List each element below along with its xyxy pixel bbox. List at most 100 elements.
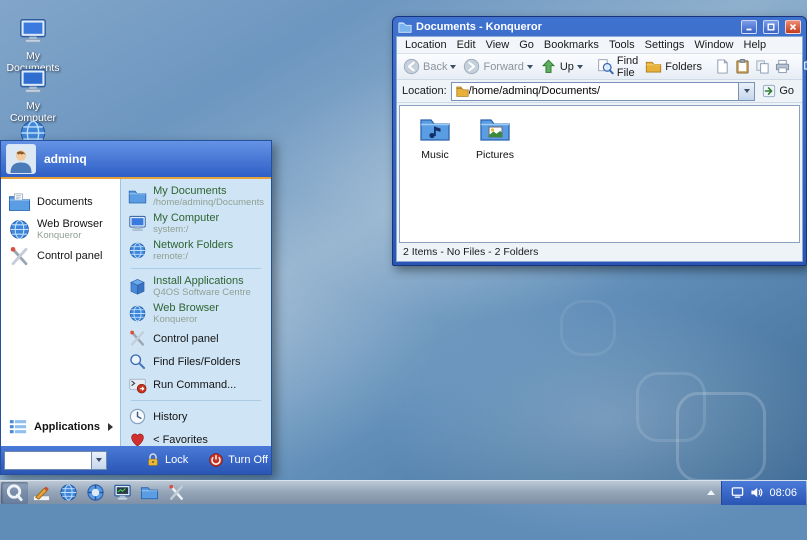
toolbar: Back Forward Up xyxy=(397,54,802,80)
start-item-find-files[interactable]: Find Files/Folders xyxy=(121,350,271,373)
menubar: Location Edit View Go Bookmarks Tools Se… xyxy=(397,37,802,54)
lock-button[interactable]: Lock xyxy=(145,452,188,468)
launcher-system-monitor[interactable] xyxy=(109,482,136,504)
paste-button[interactable] xyxy=(733,57,752,76)
menu-item-location[interactable]: Location xyxy=(400,38,452,52)
launcher-file-manager[interactable] xyxy=(136,482,163,504)
file-view[interactable]: Music Pictures xyxy=(399,105,800,243)
run-icon xyxy=(128,375,147,394)
power-icon xyxy=(208,452,224,468)
submenu-arrow-icon xyxy=(108,423,113,431)
menu-item-tools[interactable]: Tools xyxy=(604,38,640,52)
start-item-install-applications[interactable]: Install Applications Q4OS Software Centr… xyxy=(121,273,271,300)
start-item-my-documents[interactable]: My Documents /home/adminq/Documents xyxy=(121,183,271,210)
start-item-history[interactable]: History xyxy=(121,405,271,428)
folders-button[interactable]: Folders xyxy=(642,56,705,77)
menu-item-view[interactable]: View xyxy=(481,38,515,52)
printer-icon xyxy=(775,59,790,74)
chevron-down-icon xyxy=(96,458,102,462)
up-button[interactable]: Up xyxy=(537,56,586,77)
computer-icon xyxy=(18,16,48,46)
start-item-web-browser[interactable]: Web Browser Konqueror xyxy=(1,216,120,243)
turn-off-button[interactable]: Turn Off xyxy=(208,452,268,468)
document-icon xyxy=(715,59,730,74)
forward-button[interactable]: Forward xyxy=(460,56,535,77)
chevron-down-icon xyxy=(744,89,750,93)
desktop-icon-my-computer[interactable]: My Computer xyxy=(2,66,64,124)
new-document-button[interactable] xyxy=(713,57,732,76)
file-item-pictures[interactable]: Pictures xyxy=(466,113,524,161)
start-menu-footer: Lock Turn Off xyxy=(1,446,271,474)
clock[interactable]: 08:06 xyxy=(769,487,797,499)
start-search-input[interactable] xyxy=(5,452,91,469)
computer-icon xyxy=(18,66,48,96)
taskbar: 08:06 xyxy=(0,480,807,504)
icon-view-icon xyxy=(802,59,807,74)
folder-icon xyxy=(128,187,147,206)
maximize-button[interactable] xyxy=(763,20,779,34)
launcher-desktop-settings[interactable] xyxy=(28,482,55,504)
print-button[interactable] xyxy=(773,57,792,76)
location-combobox[interactable] xyxy=(451,82,756,101)
menu-item-go[interactable]: Go xyxy=(514,38,539,52)
icon-view-button[interactable] xyxy=(800,57,807,76)
launcher-web-browser[interactable] xyxy=(55,482,82,504)
forward-dropdown-caret xyxy=(527,65,533,69)
window-body: Location Edit View Go Bookmarks Tools Se… xyxy=(396,36,803,262)
search-dropdown-button[interactable] xyxy=(91,452,106,469)
start-item-web-browser[interactable]: Web Browser Konqueror xyxy=(121,300,271,327)
start-menu: adminq Documents Web Browser Konqueror xyxy=(0,140,272,475)
menu-item-window[interactable]: Window xyxy=(689,38,738,52)
start-item-run-command[interactable]: Run Command... xyxy=(121,373,271,396)
folder-icon xyxy=(454,85,467,98)
location-bar: Location: Go xyxy=(397,80,802,103)
history-icon xyxy=(128,407,147,426)
start-menu-left-column: Documents Web Browser Konqueror Control … xyxy=(1,179,121,446)
menu-item-edit[interactable]: Edit xyxy=(452,38,481,52)
start-search-combobox[interactable] xyxy=(4,451,107,470)
menu-item-settings[interactable]: Settings xyxy=(640,38,690,52)
start-item-applications[interactable]: Applications xyxy=(1,412,120,442)
back-button[interactable]: Back xyxy=(400,56,459,77)
launcher-konqueror[interactable] xyxy=(82,482,109,504)
copy-button[interactable] xyxy=(753,57,772,76)
konqueror-window-icon xyxy=(398,20,412,34)
folders-icon xyxy=(645,58,662,75)
start-button[interactable] xyxy=(1,482,28,504)
close-button[interactable] xyxy=(785,20,801,34)
find-file-button[interactable]: Find File xyxy=(594,53,641,81)
titlebar[interactable]: Documents - Konqueror xyxy=(396,17,803,36)
location-dropdown-button[interactable] xyxy=(738,83,754,100)
start-item-documents[interactable]: Documents xyxy=(1,189,120,216)
applications-icon xyxy=(8,417,28,437)
menu-item-bookmarks[interactable]: Bookmarks xyxy=(539,38,604,52)
globe-icon xyxy=(128,304,147,323)
start-item-control-panel[interactable]: Control panel xyxy=(1,243,120,270)
volume-tray-icon[interactable] xyxy=(750,486,763,499)
start-item-network-folders[interactable]: Network Folders remote:/ xyxy=(121,237,271,264)
launcher-control-panel[interactable] xyxy=(163,482,190,504)
start-item-control-panel[interactable]: Control panel xyxy=(121,327,271,350)
menu-separator xyxy=(131,400,261,401)
user-avatar xyxy=(6,144,36,174)
user-name: adminq xyxy=(44,152,87,166)
package-icon xyxy=(128,277,147,296)
go-button[interactable]: Go xyxy=(759,83,797,99)
location-input[interactable] xyxy=(469,83,739,100)
monitor-icon xyxy=(113,483,132,502)
back-icon xyxy=(403,58,420,75)
menu-separator xyxy=(131,268,261,269)
menu-item-help[interactable]: Help xyxy=(739,38,772,52)
konqueror-window: Documents - Konqueror Location Edit View… xyxy=(392,16,807,266)
file-item-music[interactable]: Music xyxy=(406,113,464,161)
tray-expand-icon[interactable] xyxy=(707,490,715,495)
display-tray-icon[interactable] xyxy=(731,486,744,499)
minimize-button[interactable] xyxy=(741,20,757,34)
up-icon xyxy=(540,58,557,75)
computer-icon xyxy=(128,214,147,233)
tools-icon xyxy=(167,483,186,502)
start-item-my-computer[interactable]: My Computer system:/ xyxy=(121,210,271,237)
q4os-logo-icon xyxy=(5,483,24,502)
file-label: Music xyxy=(406,149,464,161)
find-icon xyxy=(128,352,147,371)
